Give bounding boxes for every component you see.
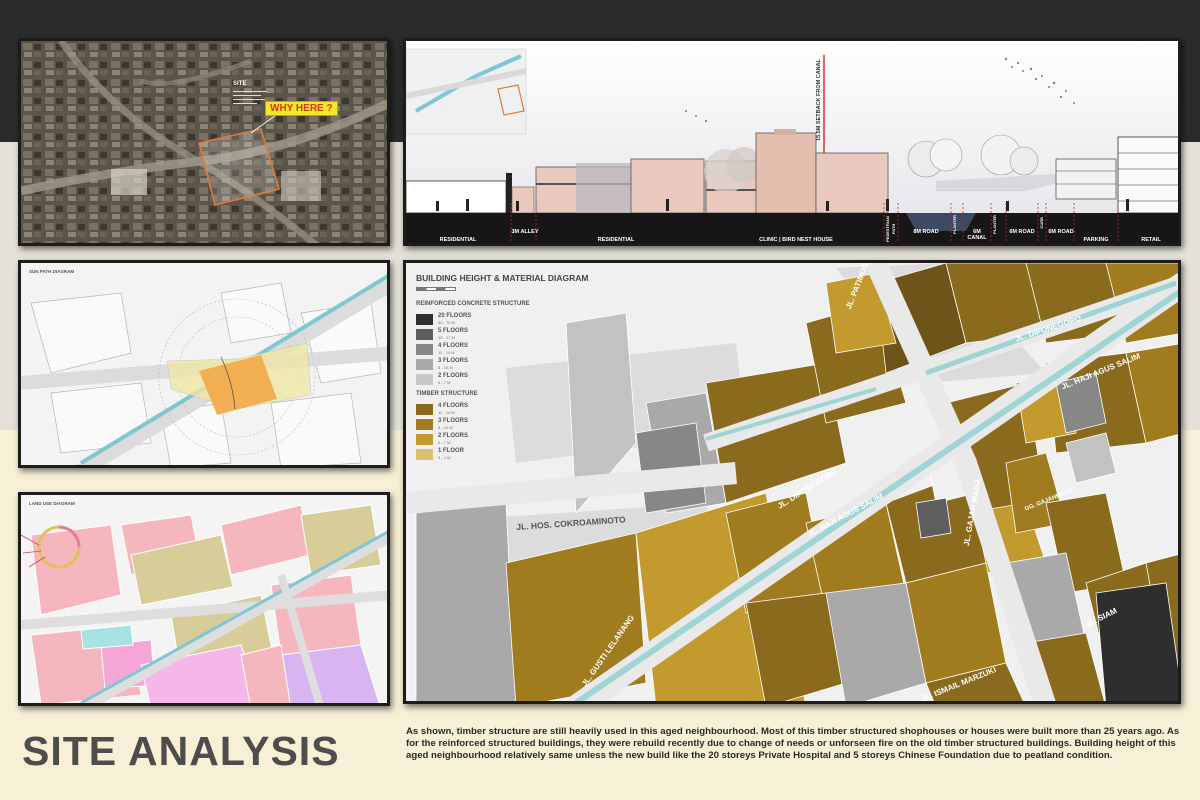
rc-heading: REINFORCED CONCRETE STRUCTURE: [416, 301, 530, 307]
land-use-title: LAND USE DIAGRAM: [29, 501, 75, 506]
land-use-panel: LAND USE DIAGRAM: [18, 492, 390, 706]
section-label-6m-road-1: 6M ROAD: [1009, 229, 1035, 235]
legend-sublabel: 15 - 17 M: [438, 335, 455, 340]
legend-swatch: [416, 343, 433, 355]
legend-timber-4: 4 FLOORS 11 - 14 M: [416, 403, 468, 415]
aerial-photo: [21, 41, 387, 243]
legend-sublabel: 50 - 70 M: [438, 320, 455, 325]
section-label-6m-road-2: 6M ROAD: [1048, 229, 1074, 235]
legend-sublabel: 8 - 10 M: [438, 425, 453, 430]
legend-sublabel: 11 - 14 M: [438, 350, 455, 355]
legend-rc-4: 4 FLOORS 11 - 14 M: [416, 343, 468, 355]
sun-path-panel: SUN PATH DIAGRAM: [18, 260, 390, 468]
page-title: SITE ANALYSIS: [22, 728, 340, 774]
scale-bar: [416, 287, 456, 291]
legend-swatch: [416, 313, 433, 325]
section-label-planter-2: PLANTER: [992, 215, 997, 234]
legend-label: 2 FLOORS: [438, 433, 469, 439]
legend-label: 4 FLOORS: [438, 343, 469, 349]
aerial-photo-panel: SITE WHY HERE ?: [18, 38, 390, 246]
section-label-8m-road: 8M ROAD: [913, 229, 939, 235]
street-section-drawing: [406, 41, 1178, 243]
legend-swatch: [416, 403, 433, 415]
building-height-panel: BUILDING HEIGHT & MATERIAL DIAGRAM REINF…: [403, 260, 1181, 704]
description-text: As shown, timber structure are still hea…: [406, 726, 1180, 761]
section-label-retail: RETAIL: [1141, 237, 1161, 243]
legend-timber-3: 3 FLOORS 8 - 10 M: [416, 418, 468, 430]
legend-sublabel: 5 - 7 M: [438, 440, 451, 445]
section-label-residential-2: RESIDENTIAL: [597, 237, 635, 243]
site-label: SITE: [233, 81, 247, 87]
legend-label: 3 FLOORS: [438, 358, 469, 364]
section-label-residential-1: RESIDENTIAL: [439, 237, 477, 243]
section-label-pedestrian: PEDESTRIAN PATH: [885, 216, 896, 242]
section-label-parking: PARKING: [1083, 237, 1109, 243]
legend-sublabel: 3 - 4 M: [438, 455, 451, 460]
legend-label: 5 FLOORS: [438, 328, 469, 334]
legend-swatch: [416, 418, 433, 430]
legend-sublabel: 11 - 14 M: [438, 410, 455, 415]
why-here-callout: WHY HERE ?: [265, 101, 338, 116]
legend-label: 4 FLOORS: [438, 403, 469, 409]
land-use-map: [21, 495, 387, 703]
legend-swatch: [416, 328, 433, 340]
legend-swatch: [416, 448, 433, 460]
timber-heading: TIMBER STRUCTURE: [416, 391, 478, 397]
street-section-panel: 15.5M SETBACK FROM CANAL RESIDENTIAL 3M …: [403, 38, 1181, 246]
sun-path-title: SUN PATH DIAGRAM: [29, 269, 75, 274]
building-height-map: [406, 263, 1178, 701]
legend-timber-1: 1 FLOOR 3 - 4 M: [416, 448, 464, 460]
legend-rc-20: 20 FLOORS 50 - 70 M: [416, 313, 471, 325]
legend-swatch: [416, 358, 433, 370]
legend-swatch: [416, 373, 433, 385]
legend-rc-5: 5 FLOORS 15 - 17 M: [416, 328, 468, 340]
section-label-6m-canal: 6M CANAL: [967, 229, 987, 241]
section-label-curb: CURB: [1039, 217, 1044, 229]
legend-sublabel: 8 - 10 M: [438, 365, 453, 370]
legend-label: 20 FLOORS: [438, 313, 472, 319]
sun-path-map: [21, 263, 387, 465]
legend-timber-2: 2 FLOORS 5 - 7 M: [416, 433, 468, 445]
height-diagram-title: BUILDING HEIGHT & MATERIAL DIAGRAM: [416, 273, 589, 283]
legend-swatch: [416, 433, 433, 445]
legend-rc-2: 2 FLOORS 5 - 7 M: [416, 373, 468, 385]
legend-rc-3: 3 FLOORS 8 - 10 M: [416, 358, 468, 370]
legend-label: 1 FLOOR: [438, 448, 465, 454]
legend-label: 3 FLOORS: [438, 418, 469, 424]
site-info-lines: [233, 91, 269, 111]
section-label-alley: 3M ALLEY: [511, 229, 539, 235]
setback-label: 15.5M SETBACK FROM CANAL: [816, 59, 822, 141]
section-label-planter-1: PLANTER: [952, 215, 957, 234]
section-label-clinic: CLINIC | BIRD NEST HOUSE: [759, 237, 833, 243]
legend-label: 2 FLOORS: [438, 373, 469, 379]
legend-sublabel: 5 - 7 M: [438, 380, 451, 385]
